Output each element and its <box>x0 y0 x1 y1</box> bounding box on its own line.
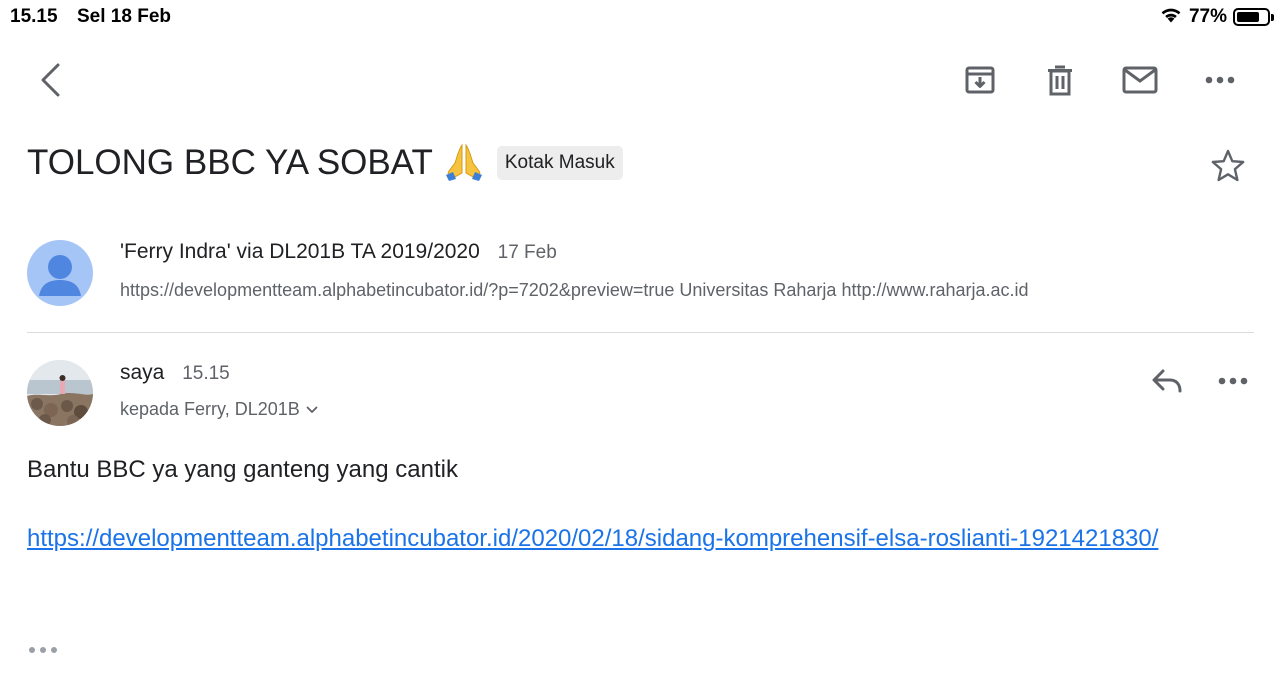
message-sender-row: 'Ferry Indra' via DL201B TA 2019/2020 17… <box>120 240 557 264</box>
chevron-left-icon <box>41 63 60 97</box>
folded-hands-icon <box>443 141 485 186</box>
message-more-button[interactable] <box>1213 363 1253 399</box>
mail-icon <box>1122 66 1158 94</box>
chevron-down-icon <box>306 406 318 413</box>
message-sender-row: saya 15.15 <box>120 361 230 385</box>
message-divider <box>27 332 1254 333</box>
email-subject: TOLONG BBC YA SOBAT <box>27 143 433 182</box>
more-horiz-icon <box>29 647 57 653</box>
wifi-icon <box>1159 5 1183 28</box>
archive-icon <box>965 66 995 94</box>
reply-icon <box>1152 369 1182 393</box>
more-horiz-icon <box>1205 76 1235 84</box>
battery-level <box>1237 11 1260 22</box>
more-horiz-icon <box>1218 377 1248 385</box>
photo-avatar-icon <box>27 360 93 426</box>
back-button[interactable] <box>26 56 74 104</box>
reply-button[interactable] <box>1147 363 1187 399</box>
subject-row: TOLONG BBC YA SOBAT Kotak Masuk <box>27 138 1250 188</box>
status-indicators: 77% <box>1159 5 1274 28</box>
message-snippet: https://developmentteam.alphabetincubato… <box>120 280 1029 300</box>
archive-button[interactable] <box>956 56 1004 104</box>
status-date: Sel 18 Feb <box>77 6 171 27</box>
mark-unread-button[interactable] <box>1116 56 1164 104</box>
star-outline-icon <box>1211 149 1245 182</box>
more-options-button[interactable] <box>1196 56 1244 104</box>
star-button[interactable] <box>1210 148 1250 188</box>
battery-icon <box>1233 7 1274 26</box>
show-trimmed-content-button[interactable] <box>28 640 62 660</box>
recipients-dropdown[interactable]: kepada Ferry, DL201B <box>120 399 318 420</box>
sender-name: saya <box>120 361 165 384</box>
delete-button[interactable] <box>1036 56 1084 104</box>
trash-icon <box>1048 65 1072 96</box>
status-bar: 15.15 Sel 18 Feb 77% <box>0 0 1280 34</box>
default-person-avatar-icon <box>39 255 81 296</box>
sender-name: 'Ferry Indra' via DL201B TA 2019/2020 <box>120 240 480 263</box>
battery-percent: 77% <box>1188 5 1227 27</box>
recipients-text: kepada Ferry, DL201B <box>120 399 300 419</box>
avatar[interactable] <box>27 360 93 426</box>
avatar <box>27 240 93 306</box>
message-time: 15.15 <box>182 363 230 384</box>
message-date: 17 Feb <box>497 242 557 263</box>
message-header-expanded: saya 15.15 kepada Ferry, DL201B <box>27 355 1255 435</box>
status-time: 15.15 <box>10 6 58 27</box>
message-item-collapsed[interactable]: 'Ferry Indra' via DL201B TA 2019/2020 17… <box>27 230 1255 330</box>
label-chip-inbox[interactable]: Kotak Masuk <box>496 146 623 180</box>
message-body-link[interactable]: https://developmentteam.alphabetincubato… <box>27 522 1227 555</box>
message-toolbar <box>0 56 1280 106</box>
message-body-text: Bantu BBC ya yang ganteng yang cantik <box>27 456 458 483</box>
